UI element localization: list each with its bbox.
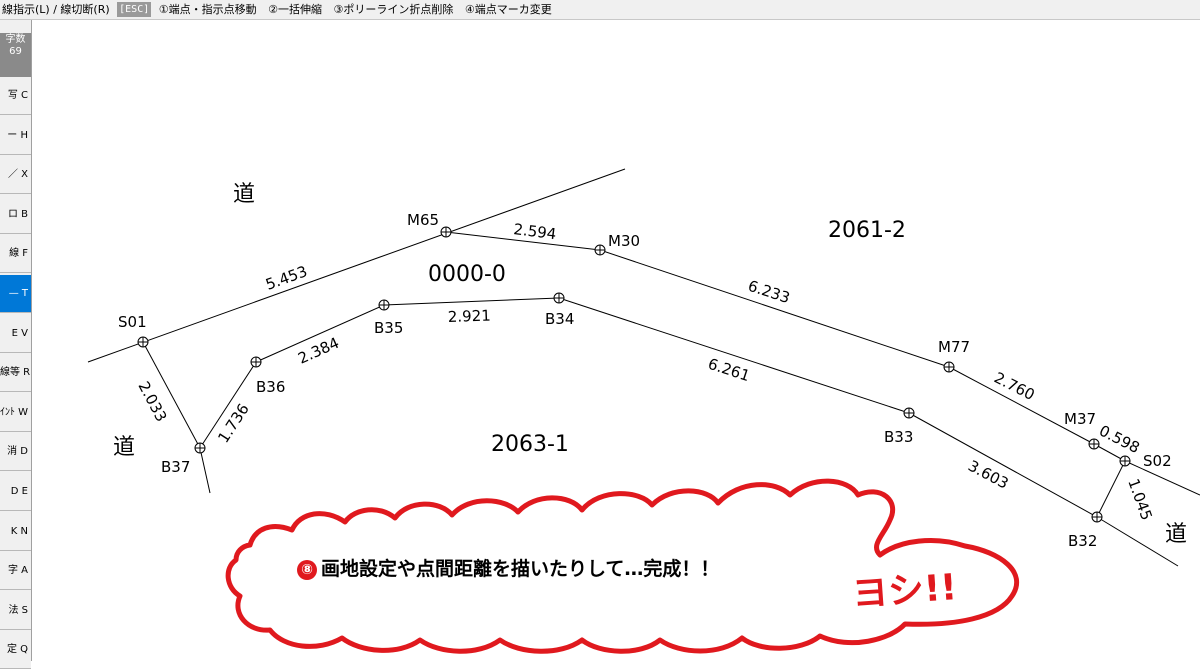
tool-button-8[interactable]: ｲﾝﾄ W [0, 393, 31, 432]
parcel-upper-right: 2061-2 [828, 218, 906, 243]
char-count-label: 字数 [5, 34, 26, 45]
label-b36: B36 [256, 378, 285, 396]
tool-button-9[interactable]: 消 D [0, 433, 31, 472]
line-b35-b34 [383, 297, 560, 306]
mode-label: 線指示(L) / 線切断(R) [2, 3, 110, 16]
tool-button-3[interactable]: ロ B [0, 195, 31, 234]
speech-message: 画地設定や点間距離を描いたりして…完成！！ [321, 558, 720, 580]
marker-b35[interactable] [378, 299, 390, 311]
toolbar-item-bulk-stretch[interactable]: ②一括伸縮 [268, 0, 322, 19]
speech-exclaim: ヨシ!! [851, 567, 958, 615]
marker-s01[interactable] [137, 336, 149, 348]
tool-button-12[interactable]: 字 A [0, 552, 31, 591]
label-b35: B35 [374, 319, 403, 337]
marker-b37[interactable] [194, 442, 206, 454]
marker-b36[interactable] [250, 356, 262, 368]
tool-button-1[interactable]: ー H [0, 116, 31, 155]
dist-b36-b35: 2.384 [295, 334, 342, 368]
tool-button-0[interactable]: 写 C [0, 77, 31, 115]
label-m65: M65 [407, 211, 439, 229]
road-label-left: 道 [113, 435, 135, 460]
marker-m77[interactable] [943, 361, 955, 373]
parcel-lower: 2063-1 [491, 432, 569, 457]
label-b33: B33 [884, 428, 913, 446]
tool-button-13[interactable]: 法 S [0, 591, 31, 630]
command-bar: 線指示(L) / 線切断(R) [ESC] ①端点・指示点移動 ②一括伸縮 ③ポ… [0, 0, 1200, 20]
tool-button-4[interactable]: 線 F [0, 235, 31, 274]
marker-b34[interactable] [553, 292, 565, 304]
line-b33-b32 [908, 412, 1098, 518]
step-number-badge: ⑧ [297, 560, 317, 580]
dist-s01-m65: 5.453 [263, 262, 310, 294]
parcel-center: 0000-0 [428, 262, 506, 287]
line-b32-s02 [1096, 460, 1126, 518]
marker-m65[interactable] [440, 226, 452, 238]
toolbar-item-polyline-vertex-delete[interactable]: ③ポリーライン折点削除 [334, 0, 454, 19]
dist-m77-m37: 2.760 [991, 369, 1037, 405]
dist-m37-s02: 0.598 [1096, 422, 1142, 458]
line-b34-b33 [558, 297, 910, 414]
road-label-upper-left: 道 [233, 182, 255, 207]
dist-m65-m30: 2.594 [513, 220, 558, 243]
marker-s02[interactable] [1119, 455, 1131, 467]
tool-button-5[interactable]: — T [0, 275, 31, 313]
marker-b32[interactable] [1091, 511, 1103, 523]
label-s01: S01 [118, 313, 147, 331]
label-m77: M77 [938, 338, 970, 356]
dist-b32-s02: 1.045 [1124, 476, 1156, 523]
label-m37: M37 [1064, 410, 1096, 428]
line-b37-tail [199, 447, 211, 494]
label-b32: B32 [1068, 532, 1097, 550]
tool-button-11[interactable]: K N [0, 512, 31, 551]
dist-b35-b34: 2.921 [448, 307, 492, 326]
label-b37: B37 [161, 458, 190, 476]
tool-button-7[interactable]: 線等 R [0, 354, 31, 393]
dist-b37-b36: 1.736 [214, 400, 252, 446]
label-m30: M30 [608, 232, 640, 250]
esc-key-badge[interactable]: [ESC] [117, 2, 152, 17]
marker-m30[interactable] [594, 244, 606, 256]
line-m77-m37 [948, 366, 1095, 445]
label-b34: B34 [545, 310, 574, 328]
tool-button-2[interactable]: ／ X [0, 156, 31, 195]
road-label-right: 道 [1165, 522, 1187, 547]
dist-b33-b32: 3.603 [965, 457, 1011, 493]
dist-s01-b37: 2.033 [134, 378, 170, 424]
toolbar-item-endpoint-marker-change[interactable]: ④端点マーカ変更 [465, 0, 552, 19]
tool-palette: 字数 69 写 Cー H ／ Xロ B線 F — TE V 線等 R ｲﾝﾄ W消 DD… [0, 20, 32, 669]
line-m30-m77 [599, 249, 950, 368]
label-s02: S02 [1143, 452, 1172, 470]
marker-m37[interactable] [1088, 438, 1100, 450]
dist-m30-m77: 6.233 [746, 277, 792, 307]
tool-button-14[interactable]: 定 Q [0, 631, 31, 669]
line-upper-road [87, 168, 626, 363]
marker-b33[interactable] [903, 407, 915, 419]
speech-text: ⑧ 画地設定や点間距離を描いたりして…完成！！ [297, 554, 719, 581]
char-count-value: 69 [9, 46, 22, 57]
tool-button-10[interactable]: D E [0, 473, 31, 511]
toolbar-item-endpoint-move[interactable]: ①端点・指示点移動 [159, 0, 257, 19]
tool-button-6[interactable]: E V [0, 314, 31, 353]
